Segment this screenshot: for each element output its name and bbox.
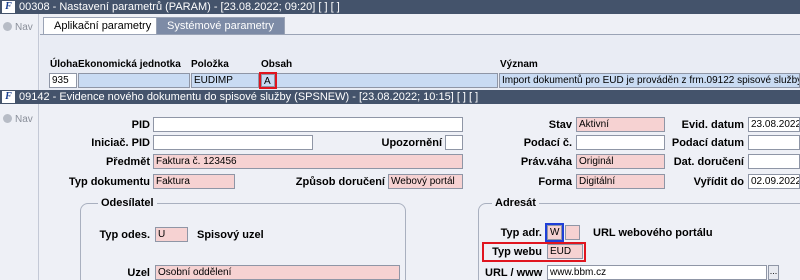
upozorneni-label: Upozornění: [381, 137, 443, 149]
vyridit-do-field[interactable]: 02.09.2022: [748, 174, 800, 189]
stav-field[interactable]: Aktivní: [576, 117, 665, 132]
upozorneni-checkbox[interactable]: [445, 135, 463, 150]
row-obsah-field[interactable]: [260, 73, 498, 88]
typ-adr-description: URL webového portálu: [593, 227, 713, 239]
nav-separator: [38, 104, 39, 280]
zpusob-doruceni-field[interactable]: Webový portál: [388, 174, 463, 189]
tab-aplikacni-parametry[interactable]: Aplikační parametry: [43, 17, 163, 34]
param-window-title: 00308 - Nastavení parametrů (PARAM) - [2…: [19, 1, 340, 13]
spsnew-title-bar: F 09142 - Evidence nového dokumentu do s…: [0, 90, 800, 104]
col-header-polozka: Položka: [191, 59, 229, 70]
typ-webu-label: Typ webu: [492, 246, 542, 258]
col-header-uloha: Úloha: [50, 59, 78, 70]
pid-label: PID: [131, 119, 150, 131]
param-window: F 00308 - Nastavení parametrů (PARAM) - …: [0, 0, 800, 90]
typ-odes-description: Spisový uzel: [197, 229, 264, 241]
adresat-group-title: Adresát: [492, 197, 539, 209]
nav-icon: [3, 22, 12, 31]
tab-systemove-parametry[interactable]: Systémové parametry: [156, 17, 285, 34]
dat-doruceni-label: Dat. doručení: [673, 156, 744, 168]
url-www-field[interactable]: www.bbm.cz: [547, 265, 767, 280]
iniciac-pid-label: Iniciač. PID: [91, 137, 150, 149]
nav-button[interactable]: Nav: [3, 22, 33, 33]
podaci-cislo-label: Podací č.: [523, 137, 572, 149]
row-obsah-value[interactable]: A: [259, 72, 277, 89]
typ-adr-label: Typ adr.: [500, 227, 542, 239]
url-browse-button[interactable]: ...: [768, 265, 779, 280]
prav-vaha-label: Práv.váha: [520, 156, 572, 168]
nav-button[interactable]: Nav: [3, 114, 33, 125]
uzel-label: Uzel: [127, 267, 150, 279]
podaci-cislo-field[interactable]: [576, 135, 665, 150]
iniciac-pid-field[interactable]: [153, 135, 313, 150]
typ-webu-field[interactable]: EUD: [547, 244, 583, 259]
nav-separator: [38, 14, 39, 90]
row-vyznam-field[interactable]: Import dokumentů pro EUD je prováděn z f…: [499, 73, 800, 88]
row-uloha-field[interactable]: 935: [49, 73, 77, 88]
predmet-label: Předmět: [105, 156, 150, 168]
evid-datum-field[interactable]: 23.08.2022: [748, 117, 800, 132]
forma-field[interactable]: Digitální: [576, 174, 665, 189]
url-www-label: URL / www: [485, 267, 543, 279]
typ-odes-field[interactable]: U: [155, 227, 188, 242]
typ-dokumentu-label: Typ dokumentu: [68, 176, 150, 188]
nav-icon: [3, 114, 12, 123]
predmet-field[interactable]: Faktura č. 123456: [153, 154, 463, 169]
uzel-field[interactable]: Osobní oddělení: [155, 265, 400, 280]
typ-adr-field[interactable]: W: [545, 223, 564, 242]
zpusob-doruceni-label: Způsob doručení: [295, 176, 385, 188]
podaci-datum-label: Podací datum: [671, 137, 744, 149]
row-polozka-field[interactable]: EUDIMP: [191, 73, 259, 88]
typ-adr-field-extra[interactable]: [565, 225, 580, 240]
pid-field[interactable]: [153, 117, 463, 132]
spsnew-window: F 09142 - Evidence nového dokumentu do s…: [0, 90, 800, 280]
dat-doruceni-field[interactable]: [748, 154, 800, 169]
stav-label: Stav: [548, 119, 572, 131]
col-header-obsah: Obsah: [261, 59, 293, 70]
param-title-bar: F 00308 - Nastavení parametrů (PARAM) - …: [0, 0, 800, 14]
forma-label: Forma: [538, 176, 572, 188]
evid-datum-label: Evid. datum: [681, 119, 744, 131]
col-header-ekonomicka-jednotka: Ekonomická jednotka: [78, 59, 181, 70]
vyridit-do-label: Vyřídit do: [693, 176, 744, 188]
typ-odes-label: Typ odes.: [99, 229, 150, 241]
nav-label: Nav: [15, 22, 33, 33]
col-header-vyznam: Význam: [500, 59, 538, 70]
row-ekonomicka-jednotka-field[interactable]: [78, 73, 190, 88]
app-logo-icon: F: [2, 1, 15, 13]
nav-label: Nav: [15, 114, 33, 125]
typ-dokumentu-field[interactable]: Faktura: [153, 174, 235, 189]
app-logo-icon: F: [2, 91, 15, 103]
spsnew-window-title: 09142 - Evidence nového dokumentu do spi…: [19, 91, 479, 103]
podaci-datum-field[interactable]: [748, 135, 800, 150]
odesilatel-group-title: Odesílatel: [98, 197, 157, 209]
prav-vaha-field[interactable]: Originál: [576, 154, 665, 169]
